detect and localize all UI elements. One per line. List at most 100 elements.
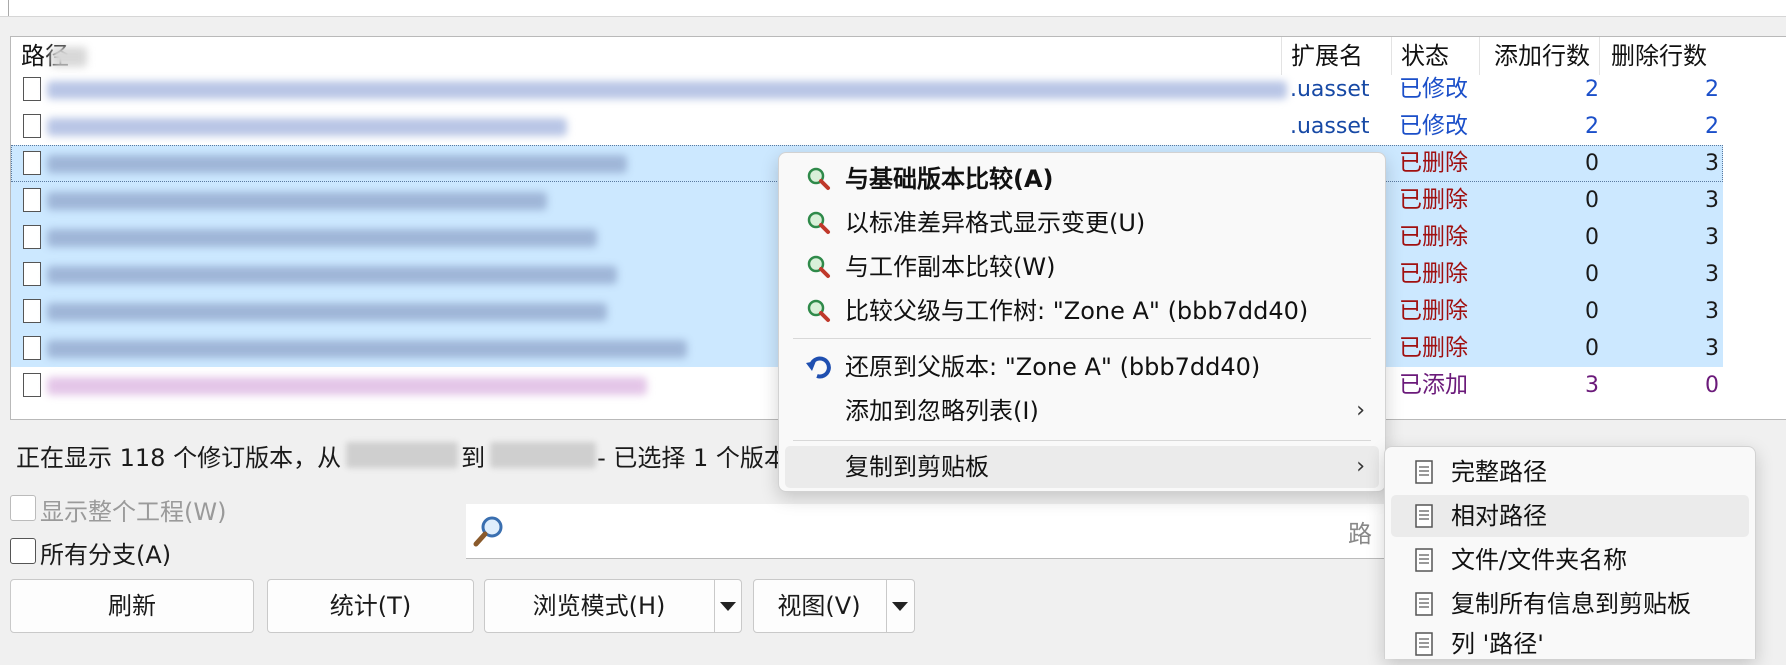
menu-compare-base-label: 与基础版本比较(A) (845, 165, 1054, 193)
menu-add-to-ignore[interactable]: 添加到忽略列表(I) › (785, 390, 1379, 432)
context-menu: 与基础版本比较(A) 以标准差异格式显示变更(U) 与工作副本比较(W) 比较父… (778, 152, 1386, 492)
cell-status: 已删除 (1399, 224, 1468, 250)
browse-mode-button-label: 浏览模式(H) (532, 592, 666, 620)
redacted-path (47, 266, 617, 284)
redacted-path (47, 377, 647, 395)
filter-search-box[interactable]: 路 (466, 504, 1386, 559)
file-icon (23, 336, 41, 360)
status-text-1: 正在显示 118 个修订版本，从 (16, 444, 342, 472)
file-icon (23, 114, 41, 138)
menu-unified-diff[interactable]: 以标准差异格式显示变更(U) (785, 202, 1379, 244)
menu-add-to-ignore-label: 添加到忽略列表(I) (845, 397, 1039, 425)
menu-compare-parent-worktree-label: 比较父级与工作树: "Zone A" (bbb7dd40) (845, 297, 1309, 325)
cell-status: 已删除 (1399, 261, 1468, 287)
chevron-right-icon: › (1356, 398, 1365, 423)
cell-lines-deleted: 3 (1705, 188, 1719, 213)
revert-arrow-icon (806, 356, 831, 379)
browse-mode-button[interactable]: 浏览模式(H) (484, 579, 742, 633)
submenu-file-name[interactable]: 文件/文件夹名称 (1391, 539, 1749, 581)
document-icon (1415, 460, 1433, 484)
submenu-relative-path[interactable]: 相对路径 (1391, 495, 1749, 537)
magnifier-diff-icon (807, 255, 830, 278)
submenu-file-name-label: 文件/文件夹名称 (1451, 546, 1628, 574)
file-icon (23, 262, 41, 286)
copy-submenu: 完整路径 相对路径 文件/文件夹名称 复制所有信息到剪贴板 列 '路径' (1384, 446, 1756, 659)
cell-lines-deleted: 2 (1705, 77, 1719, 102)
all-branches-checkbox[interactable] (10, 538, 36, 564)
cell-lines-deleted: 3 (1705, 336, 1719, 361)
cell-lines-added: 0 (1585, 188, 1599, 213)
table-row[interactable]: .uasset 已修改 2 2 (11, 108, 1723, 145)
redacted-path (47, 229, 597, 247)
cell-status: 已添加 (1399, 372, 1468, 398)
magnifier-diff-icon (807, 299, 830, 322)
menu-copy-to-clipboard[interactable]: 复制到剪贴板 › (785, 446, 1379, 488)
cell-status: 已修改 (1399, 113, 1468, 139)
menu-revert-to-parent-label: 还原到父版本: "Zone A" (bbb7dd40) (845, 353, 1261, 381)
redacted-path (47, 340, 687, 358)
cell-status: 已删除 (1399, 150, 1468, 176)
show-whole-project-checkbox[interactable] (10, 495, 36, 521)
submenu-full-path[interactable]: 完整路径 (1391, 451, 1749, 493)
cell-lines-deleted: 0 (1705, 373, 1719, 398)
cell-lines-added: 0 (1585, 151, 1599, 176)
menu-revert-to-parent[interactable]: 还原到父版本: "Zone A" (bbb7dd40) (785, 346, 1379, 388)
column-header-lines-deleted[interactable]: 删除行数 (1611, 37, 1707, 75)
cell-lines-deleted: 3 (1705, 299, 1719, 324)
column-header-lines-added[interactable]: 添加行数 (1494, 37, 1590, 75)
cell-status: 已删除 (1399, 298, 1468, 324)
menu-copy-to-clipboard-label: 复制到剪贴板 (845, 453, 989, 481)
file-icon (23, 188, 41, 212)
redacted-path (47, 118, 567, 136)
cell-lines-deleted: 3 (1705, 262, 1719, 287)
menu-unified-diff-label: 以标准差异格式显示变更(U) (845, 209, 1146, 237)
document-icon (1415, 632, 1433, 656)
column-header-extension[interactable]: 扩展名 (1291, 37, 1363, 75)
cell-lines-added: 3 (1585, 373, 1599, 398)
cell-status: 已修改 (1399, 76, 1468, 102)
submenu-column-path[interactable]: 列 '路径' (1391, 623, 1749, 665)
menu-compare-working-copy-label: 与工作副本比较(W) (845, 253, 1056, 281)
statistics-button[interactable]: 统计(T) (267, 579, 474, 633)
file-icon (23, 77, 41, 101)
file-icon (23, 225, 41, 249)
statistics-button-label: 统计(T) (329, 592, 412, 620)
cell-lines-added: 0 (1585, 262, 1599, 287)
search-icon (473, 516, 503, 547)
view-button[interactable]: 视图(V) (753, 579, 915, 633)
status-text-3: - 已选择 1 个版本 (597, 444, 788, 472)
submenu-relative-path-label: 相对路径 (1451, 502, 1547, 530)
cell-extension: .uasset (1290, 114, 1370, 139)
cell-status: 已删除 (1399, 187, 1468, 213)
chevron-right-icon: › (1356, 454, 1365, 479)
all-branches-label: 所有分支(A) (40, 541, 172, 569)
file-icon (23, 151, 41, 175)
redacted-path (47, 155, 627, 173)
refresh-button-label: 刷新 (108, 592, 156, 620)
cell-lines-deleted: 2 (1705, 114, 1719, 139)
table-row[interactable]: .uasset 已修改 2 2 (11, 71, 1723, 108)
document-icon (1415, 548, 1433, 572)
status-text-2: 到 (461, 444, 486, 472)
redacted-path (47, 303, 607, 321)
cell-lines-added: 0 (1585, 336, 1599, 361)
submenu-copy-all-info[interactable]: 复制所有信息到剪贴板 (1391, 583, 1749, 625)
search-placeholder: 路 (1348, 520, 1372, 548)
menu-separator (793, 338, 1371, 339)
refresh-button[interactable]: 刷新 (10, 579, 254, 633)
cell-lines-added: 0 (1585, 225, 1599, 250)
file-icon (23, 299, 41, 323)
menu-compare-base[interactable]: 与基础版本比较(A) (785, 158, 1379, 200)
browse-mode-dropdown-arrow[interactable] (714, 580, 741, 632)
cell-lines-deleted: 3 (1705, 225, 1719, 250)
cell-status: 已删除 (1399, 335, 1468, 361)
cell-lines-added: 0 (1585, 299, 1599, 324)
view-dropdown-arrow[interactable] (886, 580, 913, 632)
top-strip (0, 0, 1786, 17)
menu-compare-working-copy[interactable]: 与工作副本比较(W) (785, 246, 1379, 288)
document-icon (1415, 592, 1433, 616)
cell-lines-added: 2 (1585, 77, 1599, 102)
menu-compare-parent-worktree[interactable]: 比较父级与工作树: "Zone A" (bbb7dd40) (785, 290, 1379, 332)
submenu-copy-all-info-label: 复制所有信息到剪贴板 (1451, 590, 1691, 618)
column-header-status[interactable]: 状态 (1401, 37, 1449, 75)
